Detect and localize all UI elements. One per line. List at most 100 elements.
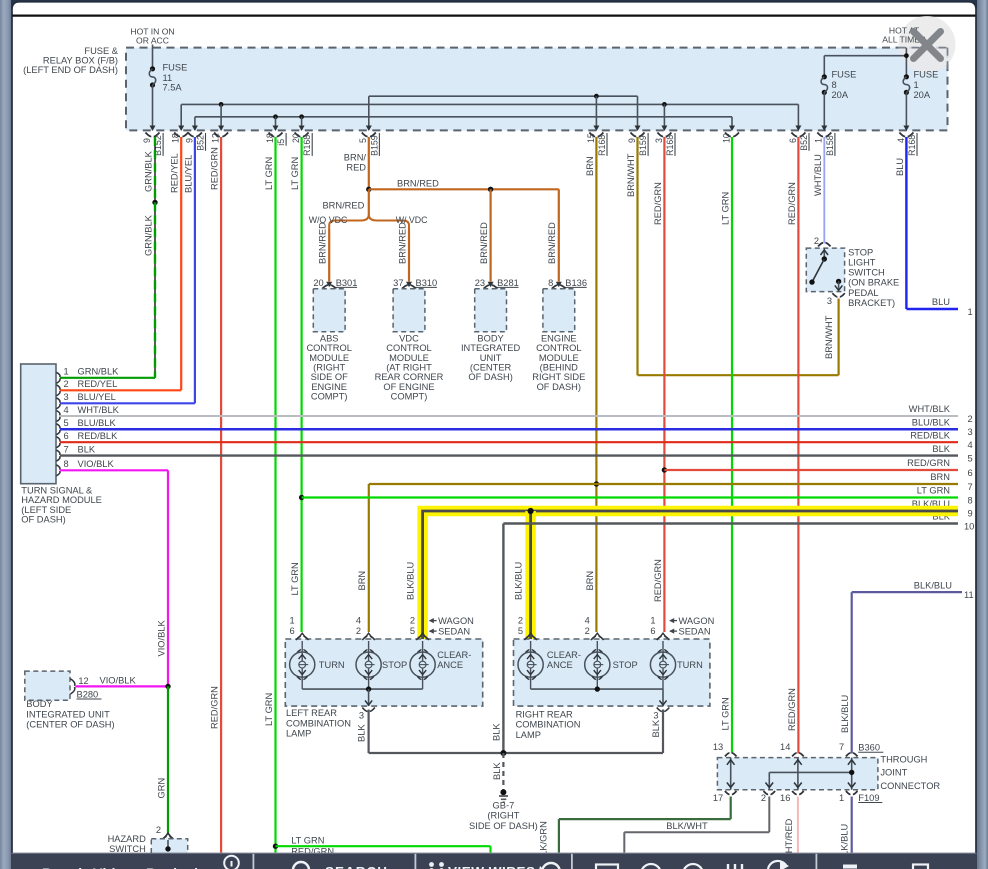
svg-text:BODY: BODY xyxy=(26,699,52,709)
svg-text:BRN/RED: BRN/RED xyxy=(322,201,364,211)
svg-text:BLK: BLK xyxy=(492,723,502,741)
svg-text:VIO/BLK: VIO/BLK xyxy=(100,675,137,685)
svg-text:B360: B360 xyxy=(858,743,880,753)
svg-text:RED/GRN: RED/GRN xyxy=(210,686,220,729)
svg-text:BRN/RED: BRN/RED xyxy=(318,222,328,264)
svg-text:R168: R168 xyxy=(597,135,607,156)
svg-text:GB-7: GB-7 xyxy=(493,801,515,811)
svg-text:WAGON: WAGON xyxy=(438,616,474,626)
svg-text:3: 3 xyxy=(968,427,973,437)
svg-text:BLU: BLU xyxy=(895,158,905,176)
svg-text:BRN: BRN xyxy=(585,571,595,591)
svg-text:4: 4 xyxy=(585,616,590,626)
svg-text:WHT/BLU: WHT/BLU xyxy=(813,154,823,196)
svg-text:(RIGHT: (RIGHT xyxy=(313,362,345,372)
svg-text:RED/GRN: RED/GRN xyxy=(787,182,797,225)
svg-text:THROUGH: THROUGH xyxy=(880,754,927,764)
svg-text:2: 2 xyxy=(410,616,415,626)
svg-text:13: 13 xyxy=(713,742,723,752)
svg-text:(RIGHT: (RIGHT xyxy=(487,811,519,821)
svg-text:1: 1 xyxy=(968,307,973,317)
svg-text:BRN: BRN xyxy=(357,571,367,591)
svg-text:B301: B301 xyxy=(336,278,358,288)
svg-text:BLK: BLK xyxy=(492,762,502,780)
svg-text:CONNECTOR: CONNECTOR xyxy=(880,781,940,791)
svg-text:R168: R168 xyxy=(302,135,312,156)
svg-text:BLU/YEL: BLU/YEL xyxy=(184,155,194,193)
svg-text:BLK/BLU: BLK/BLU xyxy=(406,562,416,600)
svg-text:7: 7 xyxy=(64,444,69,454)
svg-text:VIO/BLK: VIO/BLK xyxy=(157,620,167,657)
svg-text:3: 3 xyxy=(654,138,664,143)
svg-text:OR ACC: OR ACC xyxy=(136,36,169,46)
svg-text:15: 15 xyxy=(586,133,596,143)
svg-text:11: 11 xyxy=(163,73,173,83)
svg-text:SIDE OF: SIDE OF xyxy=(311,372,349,382)
svg-text:(CENTER: (CENTER xyxy=(470,362,512,372)
svg-text:7: 7 xyxy=(968,482,973,492)
svg-text:5: 5 xyxy=(968,453,973,463)
svg-text:WAGON: WAGON xyxy=(679,616,715,626)
svg-text:23: 23 xyxy=(475,278,485,288)
svg-text:JOINT: JOINT xyxy=(880,768,907,778)
svg-text:4: 4 xyxy=(64,405,69,415)
svg-text:GRN: GRN xyxy=(157,778,167,799)
svg-text:FUSE: FUSE xyxy=(832,69,857,79)
svg-text:REAR CORNER: REAR CORNER xyxy=(375,372,444,382)
svg-text:2: 2 xyxy=(356,626,361,636)
svg-text:2: 2 xyxy=(761,793,766,803)
svg-text:(AT RIGHT: (AT RIGHT xyxy=(386,362,432,372)
svg-text:4: 4 xyxy=(896,138,906,143)
svg-text:RED/GRN: RED/GRN xyxy=(653,182,663,225)
svg-text:5: 5 xyxy=(518,626,523,636)
svg-text:BRN/RED: BRN/RED xyxy=(397,179,439,189)
svg-text:18: 18 xyxy=(265,133,275,143)
svg-text:9: 9 xyxy=(968,509,973,519)
svg-text:i5: i5 xyxy=(276,139,286,146)
svg-text:3: 3 xyxy=(359,711,364,721)
svg-text:(CENTER OF DASH): (CENTER OF DASH) xyxy=(26,720,114,730)
svg-text:BRN/RED: BRN/RED xyxy=(547,222,557,264)
svg-text:9: 9 xyxy=(142,138,152,143)
svg-text:VDC: VDC xyxy=(399,334,419,344)
svg-text:BLK/BLU: BLK/BLU xyxy=(914,580,952,590)
svg-text:MODULE: MODULE xyxy=(309,353,349,363)
svg-text:(BEHIND: (BEHIND xyxy=(540,362,579,372)
svg-text:COMBINATION: COMBINATION xyxy=(516,720,581,730)
svg-text:RED/YEL: RED/YEL xyxy=(170,153,180,193)
svg-text:B280: B280 xyxy=(77,689,99,699)
svg-text:12: 12 xyxy=(211,133,221,143)
svg-text:6: 6 xyxy=(64,431,69,441)
svg-text:CONTROL: CONTROL xyxy=(306,343,351,353)
svg-text:WHT/BLK: WHT/BLK xyxy=(909,404,951,414)
svg-text:MODULE: MODULE xyxy=(389,353,429,363)
svg-text:BLK/BLU: BLK/BLU xyxy=(514,562,524,600)
svg-text:BLU: BLU xyxy=(932,297,950,307)
svg-text:7.5A: 7.5A xyxy=(163,83,183,93)
svg-text:B136: B136 xyxy=(565,278,587,288)
svg-text:17: 17 xyxy=(713,793,723,803)
svg-text:3: 3 xyxy=(653,711,658,721)
svg-text:1: 1 xyxy=(814,138,824,143)
svg-text:8: 8 xyxy=(548,278,553,288)
svg-text:B310: B310 xyxy=(416,278,438,288)
svg-text:BLK: BLK xyxy=(357,724,367,742)
svg-text:BLU/YEL: BLU/YEL xyxy=(78,392,116,402)
svg-text:RED/BLK: RED/BLK xyxy=(910,430,951,440)
svg-text:COMPT): COMPT) xyxy=(391,391,428,401)
svg-text:F109: F109 xyxy=(858,793,879,803)
svg-text:20A: 20A xyxy=(914,90,931,100)
svg-text:2: 2 xyxy=(968,414,973,424)
svg-text:TURN: TURN xyxy=(677,660,703,670)
svg-text:1: 1 xyxy=(64,367,69,377)
svg-text:6: 6 xyxy=(968,468,973,478)
svg-text:B158: B158 xyxy=(825,135,835,156)
svg-text:RED/GRN: RED/GRN xyxy=(787,688,797,731)
svg-text:BRN/RED: BRN/RED xyxy=(479,222,489,264)
svg-text:8: 8 xyxy=(832,80,837,90)
svg-text:PEDAL: PEDAL xyxy=(848,288,879,298)
svg-text:BLK/WHT: BLK/WHT xyxy=(666,821,708,831)
svg-text:SIDE OF DASH): SIDE OF DASH) xyxy=(469,821,538,831)
svg-text:CLEAR-: CLEAR- xyxy=(437,650,471,660)
svg-text:W/O VDC: W/O VDC xyxy=(309,215,348,225)
